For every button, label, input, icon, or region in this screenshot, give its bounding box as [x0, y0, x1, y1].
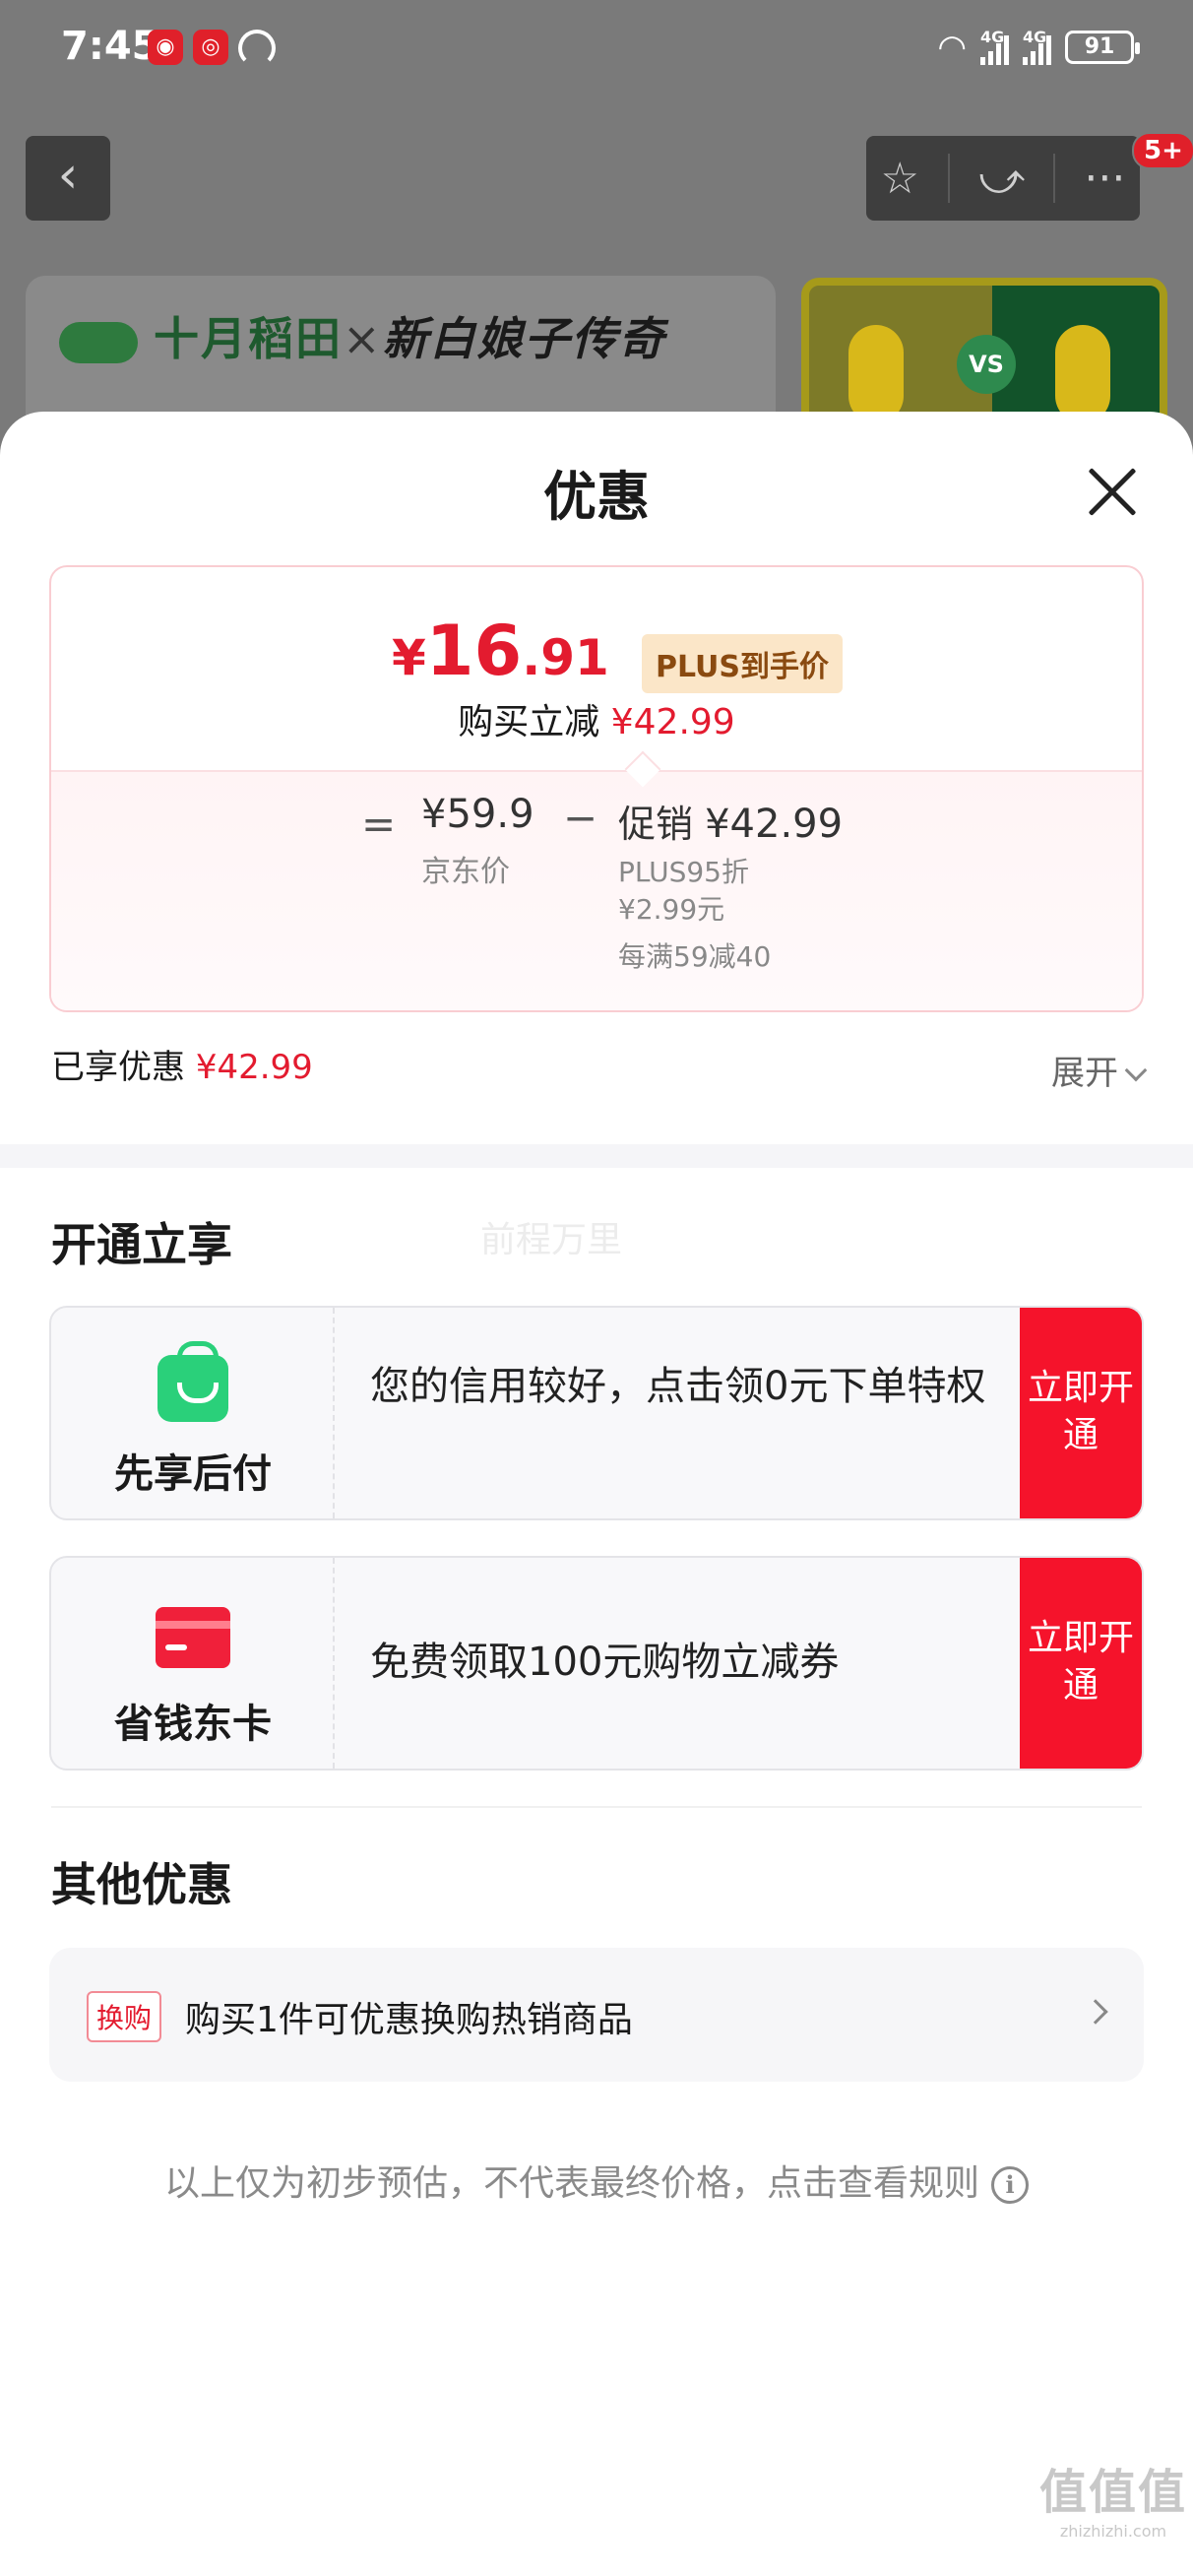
final-price: ¥16.91: [392, 611, 609, 691]
nav-actions: ☆ ⤻ ···: [866, 136, 1140, 221]
status-right: ◠ 4G 4G 91: [937, 28, 1140, 67]
wifi-icon: ◠: [937, 28, 967, 67]
price-breakdown-card: ¥16.91 PLUS到手价 购买立减 ¥42.99 = ¥59.9 京东价 −…: [49, 565, 1144, 1012]
service-card-pay-later[interactable]: 先享后付 您的信用较好，点击领0元下单特权 立即开通: [49, 1306, 1144, 1520]
section-divider: [0, 1144, 1193, 1168]
promotion-total: 促销 ¥42.99: [618, 802, 844, 847]
share-icon[interactable]: ⤻: [978, 154, 1025, 204]
exchange-purchase-row[interactable]: 换购 购买1件可优惠换购热销商品: [49, 1948, 1144, 2082]
corn-image: [1055, 325, 1110, 423]
service-description: 您的信用较好，点击领0元下单特权: [370, 1364, 986, 1409]
open-now-button[interactable]: 立即开通: [1020, 1308, 1142, 1518]
divider: [948, 154, 951, 203]
chevron-right-icon: [1083, 1999, 1108, 2025]
shopping-bag-icon: [157, 1341, 228, 1422]
exchange-tag: 换购: [87, 1991, 162, 2042]
more-icon[interactable]: ···: [1084, 154, 1125, 204]
other-discounts-title: 其他优惠: [51, 1858, 232, 1911]
back-button[interactable]: ‹: [26, 136, 110, 221]
equals-sign: =: [361, 800, 397, 848]
brand-logo-icon: [59, 321, 138, 363]
base-price: ¥59.9: [421, 792, 534, 837]
banner-title: 十月稻田×新白娘子传奇: [59, 303, 666, 368]
signal-icon-2: 4G: [1023, 28, 1051, 65]
status-time: 7:45: [61, 24, 159, 69]
star-icon[interactable]: ☆: [881, 154, 919, 204]
promo-item: 每满59减40: [618, 940, 772, 973]
exchange-text: 购买1件可优惠换购热销商品: [185, 2000, 633, 2040]
service-description: 免费领取100元购物立减券: [370, 1640, 840, 1685]
news-app-icon: ◉: [148, 30, 183, 65]
weibo-app-icon: ◎: [193, 30, 228, 65]
status-bar: 7:45 ◉ ◎ ◠ 4G 4G 91: [0, 0, 1193, 98]
corn-image: [848, 325, 904, 423]
promo-item: ¥2.99元: [618, 893, 725, 926]
open-benefits-title: 开通立享: [51, 1218, 232, 1271]
rules-note[interactable]: 以上仅为初步预估，不代表最终价格，点击查看规则 i: [0, 2155, 1193, 2206]
expand-button[interactable]: 展开: [1051, 1046, 1148, 1094]
vs-badge: VS: [957, 335, 1016, 394]
open-now-button[interactable]: 立即开通: [1020, 1558, 1142, 1769]
discount-sheet: 优惠 ¥16.91 PLUS到手价 购买立减 ¥42.99 = ¥59.9 京东…: [0, 412, 1193, 2576]
close-icon[interactable]: [1083, 463, 1142, 522]
status-app-icons: ◉ ◎: [148, 30, 276, 67]
purchase-reduction: 购买立减 ¥42.99: [458, 702, 735, 742]
divider: [1053, 154, 1056, 203]
service-name: 省钱东卡: [114, 1702, 272, 1747]
notification-badge: 5+: [1132, 132, 1193, 169]
speedometer-icon: [238, 30, 276, 67]
background-product-page: 7:45 ◉ ◎ ◠ 4G 4G 91 ‹ ☆ ⤻ ··· 5+ 十月稻田×新白…: [0, 0, 1193, 453]
service-card-saving-card[interactable]: 省钱东卡 免费领取100元购物立减券 立即开通: [49, 1556, 1144, 1771]
bank-card-icon: [156, 1607, 230, 1668]
sheet-title: 优惠: [543, 466, 650, 528]
signal-icon-1: 4G: [980, 28, 1009, 65]
plus-price-tag: PLUS到手价: [642, 634, 844, 693]
battery-icon: 91: [1065, 31, 1140, 64]
info-icon[interactable]: i: [991, 2166, 1029, 2204]
chevron-left-icon: ‹: [57, 146, 79, 205]
service-name: 先享后付: [114, 1451, 272, 1497]
divider: [51, 1806, 1142, 1808]
site-watermark: 值值值 zhizhizhi.com: [1038, 2465, 1187, 2541]
promo-item: PLUS95折: [618, 856, 749, 888]
chevron-down-icon: [1124, 1059, 1148, 1082]
enjoyed-discount: 已享优惠 ¥42.99: [51, 1048, 313, 1087]
base-price-label: 京东价: [421, 855, 510, 889]
minus-sign: −: [563, 794, 598, 842]
watermark: 前程万里: [480, 1220, 623, 1260]
